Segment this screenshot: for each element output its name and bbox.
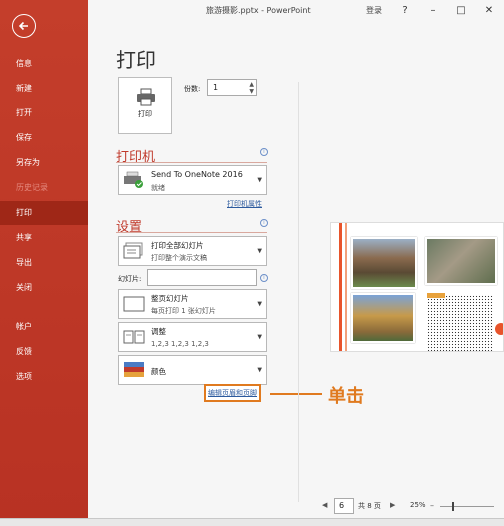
sidebar-item-save[interactable]: 保存 (0, 126, 88, 150)
printer-status: 就绪 (151, 184, 165, 192)
zoom-level: 25% (410, 501, 426, 509)
slide-preview (330, 222, 504, 352)
chevron-down-icon: ▼ (257, 333, 262, 341)
collate-dropdown[interactable]: 调整 1,2,3 1,2,3 1,2,3 ▼ (118, 322, 267, 352)
color-main: 颜色 (151, 367, 166, 376)
slide-photo-gate (351, 237, 417, 289)
slide-text-heading (427, 293, 445, 298)
printer-divider (116, 162, 267, 163)
collate-sub: 1,2,3 1,2,3 1,2,3 (151, 340, 209, 348)
sidebar-item-options[interactable]: 选项 (0, 365, 88, 389)
slide-photo-buddha (351, 293, 415, 343)
copies-value: 1 (213, 83, 219, 92)
zoom-slider-thumb[interactable] (452, 502, 454, 511)
sidebar-item-new[interactable]: 新建 (0, 77, 88, 101)
printer-status-icon (124, 171, 143, 188)
collate-main: 调整 (151, 327, 166, 336)
back-button[interactable] (12, 14, 36, 38)
slide-accent-bar (339, 223, 342, 351)
printer-name: Send To OneNote 2016 (151, 170, 243, 179)
color-icon (124, 362, 144, 377)
zoom-out-button[interactable]: – (430, 501, 434, 510)
page-number-input[interactable]: 6 (334, 498, 354, 514)
slide-text-block (427, 295, 493, 351)
sidebar-item-save-as[interactable]: 另存为 (0, 151, 88, 175)
collate-icon (123, 330, 145, 344)
callout-line (270, 393, 322, 395)
print-range-sub: 打印整个演示文稿 (151, 254, 207, 262)
title-bar: 旅游摄影.pptx - PowerPoint 登录 ? – □ ✕ (88, 0, 504, 22)
arrow-left-icon (18, 21, 28, 31)
color-dropdown[interactable]: 颜色 ▼ (118, 355, 267, 385)
sidebar-item-print[interactable]: 打印 (0, 201, 88, 225)
edit-header-footer-link[interactable]: 编辑页眉和页脚 (204, 384, 261, 402)
settings-divider (116, 232, 267, 233)
chevron-down-icon: ▼ (257, 176, 262, 184)
layout-sub: 每页打印 1 张幻灯片 (151, 307, 216, 315)
callout-label: 单击 (328, 386, 364, 407)
chevron-down-icon: ▼ (257, 247, 262, 255)
help-button[interactable]: ? (396, 2, 414, 18)
page-title: 打印 (116, 48, 156, 72)
spin-arrows-icon[interactable]: ▲ ▼ (249, 81, 254, 95)
copies-stepper[interactable]: 1 ▲ ▼ (207, 79, 257, 96)
slides-label: 幻灯片: (118, 275, 142, 283)
window-title: 旅游摄影.pptx - PowerPoint (206, 6, 311, 15)
print-range-main: 打印全部幻灯片 (151, 241, 204, 250)
sidebar-item-close[interactable]: 关闭 (0, 276, 88, 300)
sidebar-item-history: 历史记录 (16, 183, 48, 192)
sidebar-item-open[interactable]: 打开 (0, 101, 88, 125)
print-button-label: 打印 (138, 110, 152, 118)
backstage-sidebar: 信息 新建 打开 保存 另存为 历史记录 打印 共享 导出 关闭 帐户 反馈 选… (0, 0, 88, 526)
minimize-button[interactable]: – (424, 2, 442, 18)
login-link[interactable]: 登录 (366, 5, 382, 16)
close-button[interactable]: ✕ (480, 2, 498, 18)
print-range-dropdown[interactable]: 打印全部幻灯片 打印整个演示文稿 ▼ (118, 236, 267, 266)
printer-properties-link[interactable]: 打印机属性 (227, 199, 262, 209)
print-button[interactable]: 打印 (118, 77, 172, 134)
sidebar-item-account[interactable]: 帐户 (0, 315, 88, 339)
slide-photo-cliff (425, 237, 497, 285)
sidebar-item-feedback[interactable]: 反馈 (0, 340, 88, 364)
prev-page-button[interactable]: ◀ (322, 501, 327, 509)
sidebar-item-export[interactable]: 导出 (0, 251, 88, 275)
info-icon[interactable]: i (260, 274, 268, 282)
layout-dropdown[interactable]: 整页幻灯片 每页打印 1 张幻灯片 ▼ (118, 289, 267, 319)
preview-divider (298, 82, 299, 502)
printer-dropdown[interactable]: Send To OneNote 2016 就绪 ▼ (118, 165, 267, 195)
info-icon[interactable]: i (260, 148, 268, 156)
preview-navigation: ◀ 6 共 8 页 ▶ 25% – (318, 498, 504, 516)
zoom-slider-track[interactable] (440, 506, 494, 507)
copies-label: 份数: (184, 85, 201, 93)
restore-button[interactable]: □ (452, 2, 470, 18)
next-page-button[interactable]: ▶ (390, 501, 395, 509)
status-bar (0, 518, 504, 526)
page-total: 共 8 页 (358, 502, 381, 510)
info-icon[interactable]: i (260, 219, 268, 227)
slide-accent-dot (495, 323, 503, 335)
layout-main: 整页幻灯片 (151, 294, 189, 303)
chevron-down-icon: ▼ (257, 300, 262, 308)
slides-stack-icon (123, 242, 143, 259)
slides-input[interactable] (147, 269, 257, 286)
printer-icon (137, 88, 155, 106)
chevron-down-icon: ▼ (257, 366, 262, 374)
full-page-slide-icon (123, 296, 145, 312)
slide-accent-bar (345, 223, 347, 351)
sidebar-item-share[interactable]: 共享 (0, 226, 88, 250)
sidebar-item-info[interactable]: 信息 (0, 52, 88, 76)
